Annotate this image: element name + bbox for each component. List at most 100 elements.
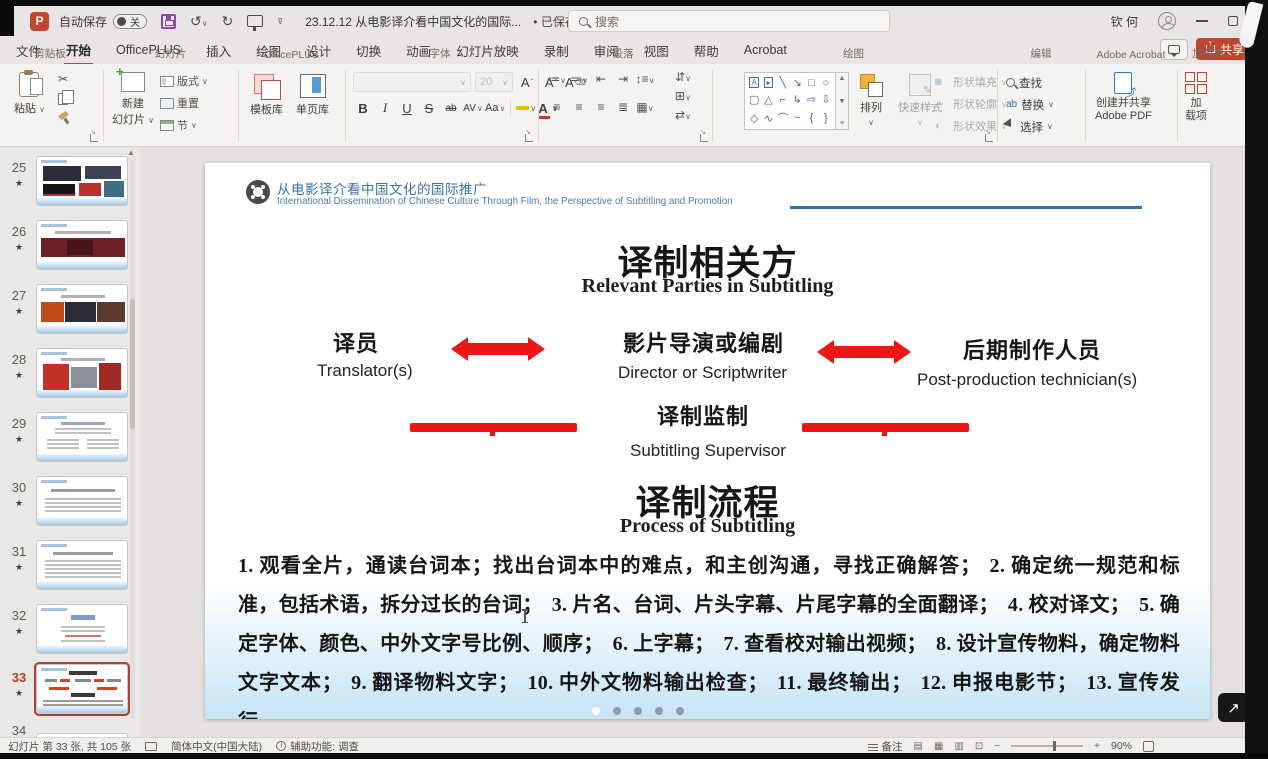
highlight-color-button[interactable]: ∨ [516,98,536,118]
fit-to-window-icon[interactable] [1143,741,1154,752]
shape-elbow-arrow-icon[interactable]: ↳ [793,93,802,106]
shape-arrow-down-icon[interactable]: ⇩ [821,93,830,106]
slide-thumbnail-28[interactable] [36,348,128,398]
minimize-button[interactable] [1196,20,1208,22]
line-spacing-button[interactable]: ↕≡∨ [634,72,656,86]
user-name[interactable]: 钦 何 [1111,13,1138,30]
shape-scribble-icon[interactable]: ∿ [764,112,773,125]
columns-button[interactable]: ▦∨ [634,100,656,114]
smartart-convert-button[interactable]: ⇄∨ [672,108,694,122]
find-button[interactable]: 查找 [1006,73,1054,92]
reset-button[interactable]: 重置 [160,95,208,111]
italic-button[interactable]: I [375,98,395,118]
paragraph-dialog-launcher[interactable] [700,134,708,142]
search-input[interactable]: 搜索 [568,10,890,32]
shape-triangle-icon[interactable]: △ [764,93,772,106]
align-center-button[interactable]: ≡ [568,100,590,114]
shape-arrow-line-icon[interactable]: ↘ [793,76,802,89]
shape-rounded-rect-icon[interactable]: ▢ [749,93,759,106]
justify-button[interactable]: ≣ [612,100,634,114]
align-text-button[interactable]: ⊞∨ [672,89,694,103]
slide-counter[interactable]: 幻灯片 第 33 张, 共 105 张 [8,739,131,754]
align-right-button[interactable]: ≡ [590,100,612,114]
autosave-toggle[interactable]: 关 [113,14,147,29]
autosave-control[interactable]: 自动保存 关 [59,13,147,30]
font-dialog-launcher[interactable] [525,134,533,142]
template-library-button[interactable]: 模板库 [250,74,283,117]
strikethrough-button[interactable]: S [419,98,439,118]
character-spacing-button[interactable]: AV∨ [463,98,483,118]
language-indicator[interactable]: 简体中文(中国大陆) [171,739,262,754]
increase-indent-button[interactable]: ⇥ [612,72,634,86]
new-slide-button[interactable]: 新建幻灯片 ∨ [112,72,154,127]
panel-scroll-up-icon[interactable]: ▲ [127,148,135,157]
replace-button[interactable]: ab替换∨ [1006,95,1054,114]
arrange-button[interactable]: 排列∨ [860,74,882,127]
reading-view-icon[interactable]: ▥ [954,741,963,752]
customize-qat-icon[interactable]: ⊽ [277,17,283,26]
undo-button[interactable]: ↺∨ [190,13,208,30]
slideshow-view-icon[interactable]: ⊡ [975,741,983,752]
bold-button[interactable]: B [353,98,373,118]
bullets-button[interactable]: ≔∨ [546,72,568,86]
panel-scrollbar[interactable] [130,159,135,719]
slide-thumbnail-29[interactable] [36,412,128,462]
save-icon[interactable] [161,14,176,29]
powerpoint-logo-icon[interactable]: P [30,12,49,31]
select-button[interactable]: 选择∨ [1006,117,1054,136]
section-button[interactable]: 节∨ [160,117,208,133]
redo-icon[interactable]: ↻ [222,13,234,30]
cut-icon[interactable]: ✂ [58,72,70,86]
drawing-dialog-launcher[interactable] [985,134,993,142]
copy-icon[interactable] [58,93,68,105]
slide-thumbnail-33-selected[interactable] [36,664,128,714]
shape-textbox-icon[interactable]: A [749,77,758,88]
font-name-combo[interactable]: ∨ [353,72,471,92]
process-paragraph[interactable]: 1.观看全片，通读台词本；找出台词本中的难点，和主创沟通，寻找正确解答；2.确定… [238,547,1180,719]
shapes-gallery-scroll[interactable]: ▲▼≡ [836,72,849,130]
slide-thumbnail-31[interactable] [36,540,128,590]
clipboard-dialog-launcher[interactable] [90,134,98,142]
shape-picture-icon[interactable]: ▸ [764,77,772,88]
start-slideshow-icon[interactable] [247,15,263,27]
maximize-button[interactable] [1228,16,1238,26]
zoom-level[interactable]: 90% [1111,740,1132,752]
layout-button[interactable]: 版式∨ [160,73,208,89]
text-direction-button[interactable]: ⇵∨ [672,70,694,84]
change-case-button[interactable]: Aa∨ [485,98,505,118]
text-shadow-button[interactable]: ab [441,98,461,118]
shape-elbow-icon[interactable]: ⌐ [780,94,786,106]
slide-sorter-view-icon[interactable]: ▦ [934,741,943,752]
font-size-combo[interactable]: 20∨ [475,72,513,92]
zoom-slider[interactable] [1011,745,1083,747]
decrease-indent-button[interactable]: ⇤ [590,72,612,86]
shapes-gallery[interactable]: A ▸ ╲ ↘ □ ○ ▢ △ ⌐ ↳ ⇨ ⇩ ◇ ∿ ⌒ ~ { } ▲▼≡ [744,72,849,130]
slide-thumbnail-27[interactable] [36,284,128,334]
current-slide[interactable]: 从电影译介看中国文化的国际推广 International Disseminat… [205,163,1210,719]
slide-thumbnail-32[interactable] [36,604,128,654]
shape-freeform-icon[interactable]: ◇ [750,112,758,125]
slide-thumbnail-30[interactable] [36,476,128,526]
zoom-in-icon[interactable]: + [1094,741,1100,752]
zoom-slider-thumb[interactable] [1053,741,1056,751]
grow-font-button[interactable]: Aˆ [517,72,537,92]
align-left-button[interactable]: ≡ [546,100,568,114]
slide-thumbnail-25[interactable] [36,156,128,206]
paste-button[interactable]: 粘贴 ∨ [14,72,45,116]
slide-thumbnail-26[interactable] [36,220,128,270]
shape-brace-right-icon[interactable]: } [824,112,828,124]
zoom-out-icon[interactable]: − [994,741,1000,752]
create-pdf-button[interactable]: 创建并共享Adobe PDF [1095,72,1152,123]
display-settings-icon[interactable] [145,742,157,751]
underline-button[interactable]: U [397,98,417,118]
format-painter-icon[interactable] [58,112,70,124]
accessibility-status[interactable]: 辅助功能: 调查 [276,739,359,754]
shape-brace-left-icon[interactable]: { [810,112,814,124]
notes-button[interactable]: 备注 [868,739,903,754]
shape-arc-icon[interactable]: ⌒ [777,110,788,126]
numbering-button[interactable]: ≕∨ [568,72,590,86]
single-page-library-button[interactable]: 单页库 [296,74,329,117]
addins-button[interactable]: 加载项 [1185,72,1207,123]
shape-arrow-right-icon[interactable]: ⇨ [807,93,816,106]
shape-oval-icon[interactable]: ○ [822,77,829,89]
